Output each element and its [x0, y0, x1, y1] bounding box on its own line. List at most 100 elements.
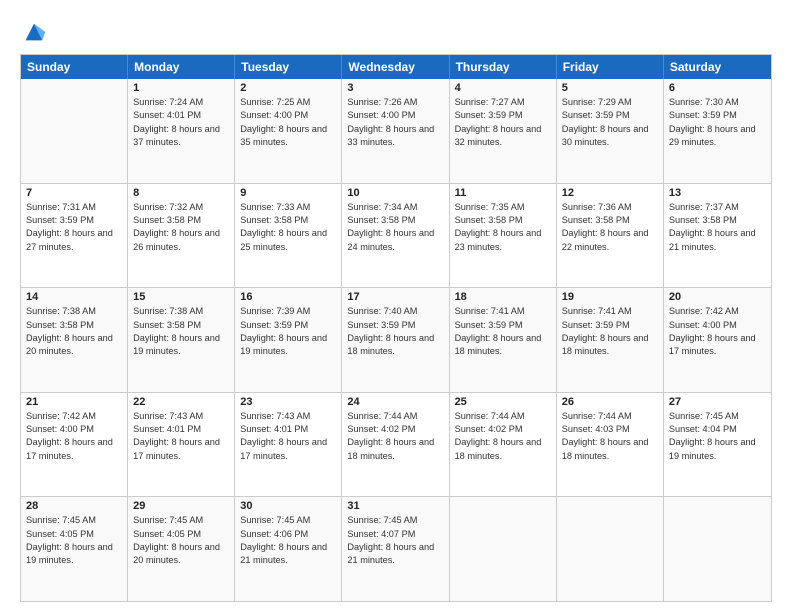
sunrise-text: Sunrise: 7:45 AM: [26, 514, 122, 527]
daylight-text: Daylight: 8 hours and 25 minutes.: [240, 227, 336, 254]
day-number: 20: [669, 291, 766, 303]
logo-icon: [20, 18, 48, 46]
calendar-body: 1Sunrise: 7:24 AMSunset: 4:01 PMDaylight…: [21, 79, 771, 601]
sunrise-text: Sunrise: 7:27 AM: [455, 96, 551, 109]
day-number: 6: [669, 82, 766, 94]
sunset-text: Sunset: 3:59 PM: [669, 109, 766, 122]
sunset-text: Sunset: 3:59 PM: [347, 319, 443, 332]
sunset-text: Sunset: 4:00 PM: [347, 109, 443, 122]
sunrise-text: Sunrise: 7:34 AM: [347, 201, 443, 214]
header-day-sunday: Sunday: [21, 55, 128, 79]
sunrise-text: Sunrise: 7:38 AM: [26, 305, 122, 318]
sunset-text: Sunset: 4:06 PM: [240, 528, 336, 541]
day-cell-18: 18Sunrise: 7:41 AMSunset: 3:59 PMDayligh…: [450, 288, 557, 392]
daylight-text: Daylight: 8 hours and 18 minutes.: [347, 332, 443, 359]
sunrise-text: Sunrise: 7:29 AM: [562, 96, 658, 109]
day-cell-22: 22Sunrise: 7:43 AMSunset: 4:01 PMDayligh…: [128, 393, 235, 497]
day-cell-2: 2Sunrise: 7:25 AMSunset: 4:00 PMDaylight…: [235, 79, 342, 183]
daylight-text: Daylight: 8 hours and 22 minutes.: [562, 227, 658, 254]
header: [20, 18, 772, 46]
sunset-text: Sunset: 4:05 PM: [26, 528, 122, 541]
day-cell-23: 23 Sunrise: 7:43 AMSunset: 4:01 PMDayligh…: [235, 393, 342, 497]
sunset-text: Sunset: 4:07 PM: [347, 528, 443, 541]
day-cell-9: 9Sunrise: 7:33 AMSunset: 3:58 PMDaylight…: [235, 184, 342, 288]
daylight-text: Daylight: 8 hours and 17 minutes.: [240, 436, 336, 463]
day-number: 10: [347, 187, 443, 199]
sunset-text: Sunset: 4:02 PM: [347, 423, 443, 436]
sunrise-text: Sunrise: 7:43 AM: [240, 410, 336, 423]
day-cell-20: 20Sunrise: 7:42 AMSunset: 4:00 PMDayligh…: [664, 288, 771, 392]
sunset-text: Sunset: 3:59 PM: [455, 319, 551, 332]
day-cell-14: 14Sunrise: 7:38 AMSunset: 3:58 PMDayligh…: [21, 288, 128, 392]
daylight-text: Daylight: 8 hours and 27 minutes.: [26, 227, 122, 254]
page: SundayMondayTuesdayWednesdayThursdayFrid…: [0, 0, 792, 612]
day-number: 13: [669, 187, 766, 199]
header-day-wednesday: Wednesday: [342, 55, 449, 79]
sunrise-text: Sunrise: 7:44 AM: [347, 410, 443, 423]
daylight-text: Daylight: 8 hours and 21 minutes.: [347, 541, 443, 568]
sunrise-text: Sunrise: 7:36 AM: [562, 201, 658, 214]
sunset-text: Sunset: 3:58 PM: [562, 214, 658, 227]
day-cell-1: 1Sunrise: 7:24 AMSunset: 4:01 PMDaylight…: [128, 79, 235, 183]
daylight-text: Daylight: 8 hours and 20 minutes.: [133, 541, 229, 568]
day-number: 16: [240, 291, 336, 303]
day-number: 5: [562, 82, 658, 94]
daylight-text: Daylight: 8 hours and 23 minutes.: [455, 227, 551, 254]
sunset-text: Sunset: 3:58 PM: [133, 319, 229, 332]
day-number: 31: [347, 500, 443, 512]
sunset-text: Sunset: 4:00 PM: [240, 109, 336, 122]
daylight-text: Daylight: 8 hours and 29 minutes.: [669, 123, 766, 150]
daylight-text: Daylight: 8 hours and 33 minutes.: [347, 123, 443, 150]
day-number: 3: [347, 82, 443, 94]
daylight-text: Daylight: 8 hours and 20 minutes.: [26, 332, 122, 359]
day-cell-3: 3Sunrise: 7:26 AMSunset: 4:00 PMDaylight…: [342, 79, 449, 183]
day-cell-6: 6Sunrise: 7:30 AMSunset: 3:59 PMDaylight…: [664, 79, 771, 183]
sunrise-text: Sunrise: 7:45 AM: [240, 514, 336, 527]
day-cell-25: 25Sunrise: 7:44 AMSunset: 4:02 PMDayligh…: [450, 393, 557, 497]
sunrise-text: Sunrise: 7:43 AM: [133, 410, 229, 423]
sunset-text: Sunset: 4:01 PM: [133, 109, 229, 122]
sunset-text: Sunset: 4:00 PM: [26, 423, 122, 436]
day-cell-4: 4Sunrise: 7:27 AMSunset: 3:59 PMDaylight…: [450, 79, 557, 183]
sunset-text: Sunset: 3:58 PM: [455, 214, 551, 227]
daylight-text: Daylight: 8 hours and 19 minutes.: [133, 332, 229, 359]
sunrise-text: Sunrise: 7:44 AM: [562, 410, 658, 423]
day-cell-24: 24Sunrise: 7:44 AMSunset: 4:02 PMDayligh…: [342, 393, 449, 497]
day-number: 21: [26, 396, 122, 408]
day-number: 30: [240, 500, 336, 512]
day-number: 19: [562, 291, 658, 303]
header-day-thursday: Thursday: [450, 55, 557, 79]
day-cell-12: 12Sunrise: 7:36 AMSunset: 3:58 PMDayligh…: [557, 184, 664, 288]
daylight-text: Daylight: 8 hours and 35 minutes.: [240, 123, 336, 150]
sunset-text: Sunset: 4:02 PM: [455, 423, 551, 436]
sunset-text: Sunset: 3:59 PM: [562, 319, 658, 332]
day-number: 29: [133, 500, 229, 512]
header-day-monday: Monday: [128, 55, 235, 79]
empty-cell: [557, 497, 664, 601]
day-number: 15: [133, 291, 229, 303]
calendar-row-4: 21Sunrise: 7:42 AMSunset: 4:00 PMDayligh…: [21, 392, 771, 497]
daylight-text: Daylight: 8 hours and 21 minutes.: [240, 541, 336, 568]
sunrise-text: Sunrise: 7:42 AM: [669, 305, 766, 318]
sunrise-text: Sunrise: 7:25 AM: [240, 96, 336, 109]
sunset-text: Sunset: 4:01 PM: [240, 423, 336, 436]
sunrise-text: Sunrise: 7:45 AM: [133, 514, 229, 527]
sunrise-text: Sunrise: 7:45 AM: [669, 410, 766, 423]
sunset-text: Sunset: 4:04 PM: [669, 423, 766, 436]
header-day-saturday: Saturday: [664, 55, 771, 79]
daylight-text: Daylight: 8 hours and 17 minutes.: [669, 332, 766, 359]
sunrise-text: Sunrise: 7:40 AM: [347, 305, 443, 318]
daylight-text: Daylight: 8 hours and 32 minutes.: [455, 123, 551, 150]
sunset-text: Sunset: 3:58 PM: [240, 214, 336, 227]
day-cell-16: 16Sunrise: 7:39 AMSunset: 3:59 PMDayligh…: [235, 288, 342, 392]
day-number: 23: [240, 396, 336, 408]
calendar-header: SundayMondayTuesdayWednesdayThursdayFrid…: [21, 55, 771, 79]
sunset-text: Sunset: 3:58 PM: [26, 319, 122, 332]
day-cell-27: 27Sunrise: 7:45 AMSunset: 4:04 PMDayligh…: [664, 393, 771, 497]
header-day-friday: Friday: [557, 55, 664, 79]
sunrise-text: Sunrise: 7:38 AM: [133, 305, 229, 318]
day-number: 9: [240, 187, 336, 199]
calendar-row-1: 1Sunrise: 7:24 AMSunset: 4:01 PMDaylight…: [21, 79, 771, 183]
day-cell-28: 28Sunrise: 7:45 AMSunset: 4:05 PMDayligh…: [21, 497, 128, 601]
day-number: 18: [455, 291, 551, 303]
